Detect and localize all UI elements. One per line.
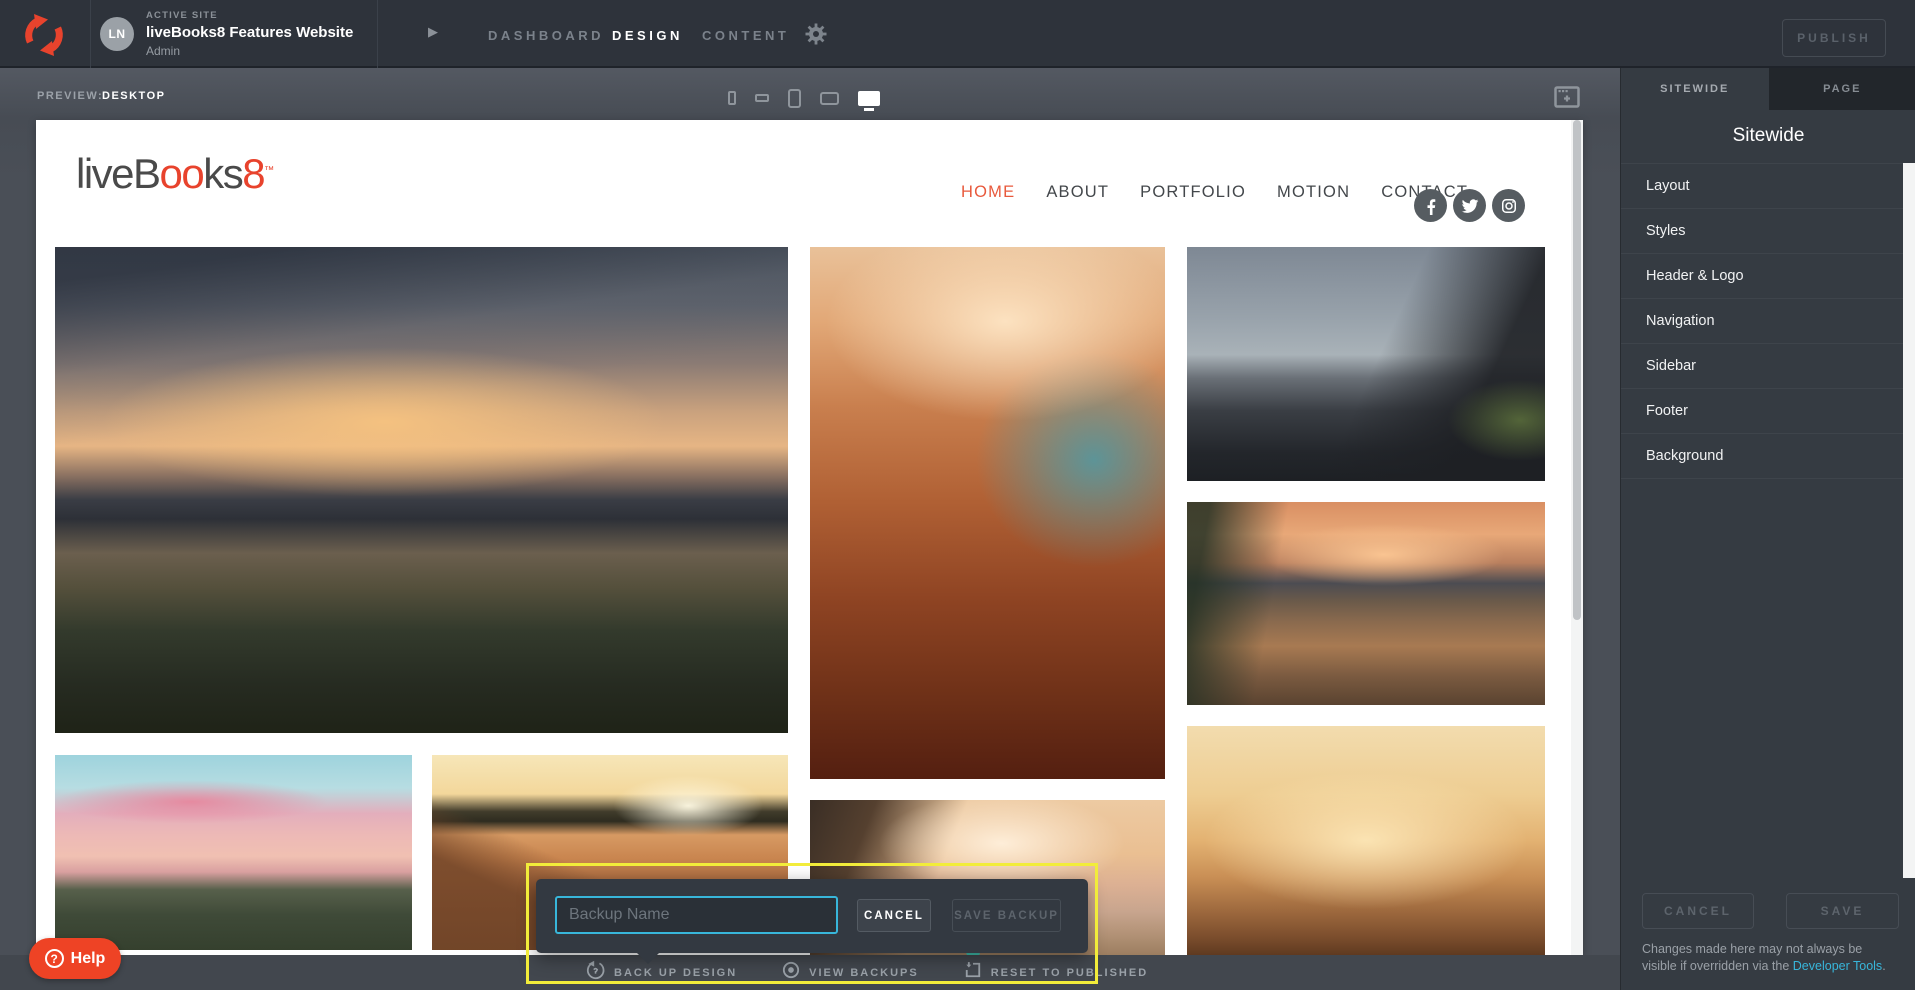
facebook-icon[interactable] (1414, 189, 1447, 222)
preview-label: PREVIEW: (37, 90, 103, 102)
phone-landscape-icon[interactable] (755, 94, 769, 102)
livebooks-logo-icon[interactable] (22, 13, 66, 57)
canvas-scrollbar-thumb[interactable] (1573, 120, 1581, 620)
logo-eight-mark: 8 (242, 150, 264, 197)
panel-footnote: Changes made here may not always be visi… (1642, 941, 1898, 975)
backup-circular-arrow-icon (585, 960, 606, 986)
tab-dashboard[interactable]: DASHBOARD (488, 28, 604, 43)
developer-tools-link[interactable]: Developer Tools (1793, 959, 1882, 973)
app-screen: LN ACTIVE SITE liveBooks8 Features Websi… (0, 0, 1915, 990)
popover-tail (636, 952, 660, 964)
window-add-icon[interactable] (1554, 86, 1580, 113)
website-preview-canvas: liveBooks8™ HOME ABOUT PORTFOLIO MOTION … (36, 120, 1583, 955)
sidebar-settings-list: Layout Styles Header & Logo Navigation S… (1621, 163, 1915, 479)
tab-content[interactable]: CONTENT (702, 28, 789, 43)
sidebar-item-sidebar[interactable]: Sidebar (1621, 344, 1915, 389)
topbar-divider (377, 0, 378, 68)
site-name: liveBooks8 Features Website (146, 24, 353, 41)
logo-o-mark: o (160, 150, 182, 197)
question-circle-icon: ? (45, 949, 64, 968)
logo-trademark: ™ (264, 165, 274, 176)
top-app-bar: LN ACTIVE SITE liveBooks8 Features Websi… (0, 0, 1915, 68)
eye-icon (781, 960, 801, 985)
tab-sitewide[interactable]: SITEWIDE (1621, 68, 1769, 110)
topbar-divider (90, 0, 91, 68)
logo-text: liveB (76, 150, 160, 197)
reset-box-arrow-icon (963, 960, 983, 985)
tablet-portrait-icon[interactable] (788, 89, 801, 108)
sidebar-item-navigation[interactable]: Navigation (1621, 299, 1915, 344)
design-settings-panel: SITEWIDE PAGE Sitewide Layout Styles Hea… (1620, 68, 1915, 990)
active-site-label: ACTIVE SITE (146, 10, 353, 21)
back-up-design-label: BACK UP DESIGN (614, 967, 737, 979)
device-preview-switcher (728, 80, 898, 116)
site-nav-home[interactable]: HOME (961, 183, 1015, 202)
sidebar-item-background[interactable]: Background (1621, 434, 1915, 479)
save-backup-button[interactable]: SAVE BACKUP (952, 899, 1061, 932)
gallery-photo-mountain-sunset[interactable] (55, 247, 788, 733)
preview-device-value: DESKTOP (102, 90, 165, 102)
site-navigation: HOME ABOUT PORTFOLIO MOTION CONTACT (961, 183, 1468, 202)
instagram-icon[interactable] (1492, 189, 1525, 222)
backup-name-input[interactable] (555, 896, 838, 934)
sidebar-item-footer[interactable]: Footer (1621, 389, 1915, 434)
tab-design[interactable]: DESIGN (612, 28, 683, 43)
tablet-landscape-icon[interactable] (820, 92, 839, 105)
panel-cancel-button[interactable]: CANCEL (1642, 893, 1754, 929)
site-nav-about[interactable]: ABOUT (1046, 183, 1109, 202)
publish-button[interactable]: PUBLISH (1782, 19, 1886, 57)
help-label: Help (71, 950, 106, 968)
reset-to-published-button[interactable]: RESET TO PUBLISHED (963, 960, 1148, 985)
tab-page[interactable]: PAGE (1769, 68, 1915, 110)
sidebar-tabs: SITEWIDE PAGE (1621, 68, 1915, 110)
desktop-icon[interactable] (858, 91, 880, 106)
footnote-text: . (1882, 959, 1885, 973)
cancel-backup-button[interactable]: CANCEL (857, 899, 931, 932)
phone-portrait-icon[interactable] (728, 91, 736, 105)
active-site-block[interactable]: ACTIVE SITE liveBooks8 Features Website … (146, 10, 353, 58)
site-role: Admin (146, 44, 353, 58)
design-bottom-toolbar: BACK UP DESIGN VIEW BACKUPS (0, 955, 1620, 990)
reset-to-published-label: RESET TO PUBLISHED (991, 967, 1148, 979)
help-button[interactable]: ? Help (29, 938, 121, 979)
gallery-photo-coastal-road[interactable] (810, 247, 1165, 779)
gallery-photo-pink-mist-field[interactable] (55, 755, 412, 950)
back-up-design-button[interactable]: BACK UP DESIGN (585, 960, 737, 986)
sidebar-item-styles[interactable]: Styles (1621, 209, 1915, 254)
user-avatar[interactable]: LN (100, 17, 134, 51)
social-icons-row (1414, 189, 1525, 222)
panel-save-button[interactable]: SAVE (1786, 893, 1899, 929)
sidebar-item-layout[interactable]: Layout (1621, 164, 1915, 209)
canvas-scrollbar[interactable] (1571, 120, 1583, 955)
view-backups-button[interactable]: VIEW BACKUPS (781, 960, 919, 985)
panel-title: Sitewide (1621, 110, 1915, 162)
view-backups-label: VIEW BACKUPS (809, 967, 919, 979)
twitter-icon[interactable] (1453, 189, 1486, 222)
sidebar-item-header-logo[interactable]: Header & Logo (1621, 254, 1915, 299)
logo-text: ks (203, 150, 242, 197)
backup-name-popover: CANCEL SAVE BACKUP (536, 879, 1088, 953)
gallery-photo-rocky-coast[interactable] (1187, 247, 1545, 481)
gear-icon[interactable] (804, 22, 828, 46)
logo-o-mark: o (181, 150, 203, 197)
site-logo: liveBooks8™ (76, 150, 274, 198)
site-nav-motion[interactable]: MOTION (1277, 183, 1350, 202)
gallery-photo-golden-hills[interactable] (1187, 726, 1545, 955)
site-switch-arrow-icon[interactable]: ▶ (428, 24, 438, 40)
sidebar-scrollbar[interactable] (1903, 163, 1915, 878)
gallery-photo-alpine-lake[interactable] (1187, 502, 1545, 705)
site-nav-portfolio[interactable]: PORTFOLIO (1140, 183, 1246, 202)
